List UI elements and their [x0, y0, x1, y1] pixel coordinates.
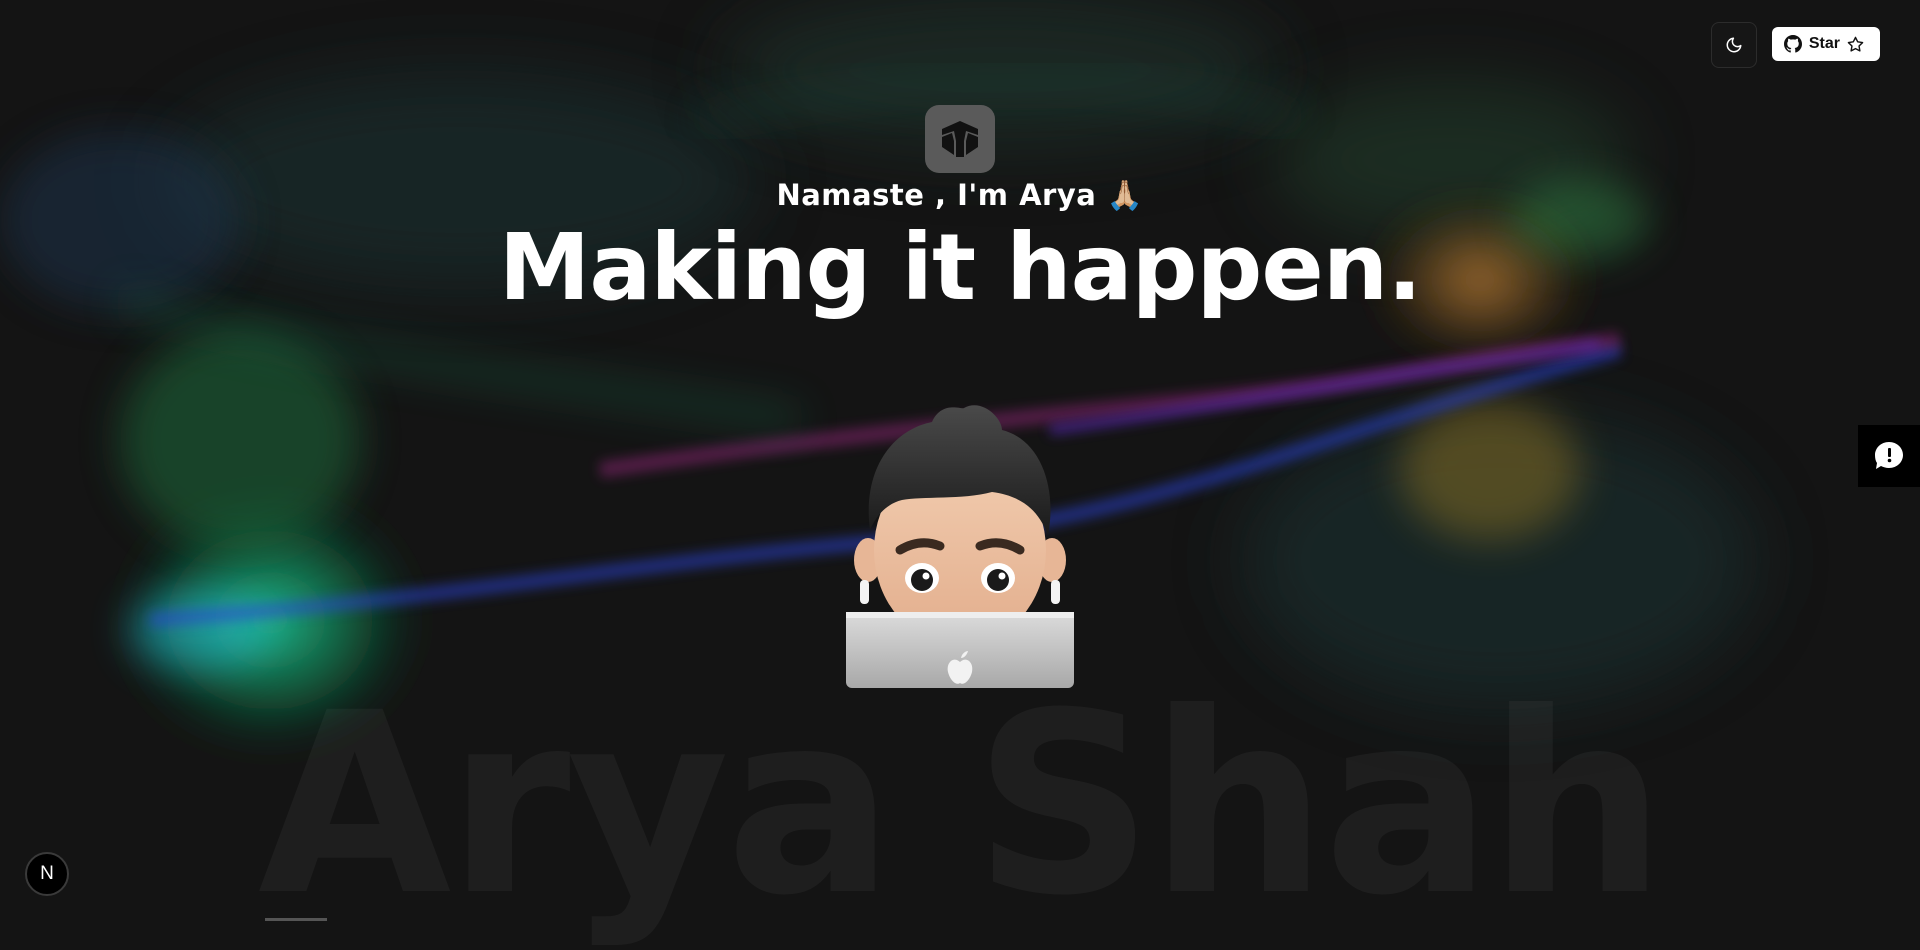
shield-y-logo-icon [942, 121, 978, 157]
moon-icon [1726, 37, 1742, 53]
nextjs-dev-badge[interactable]: N [25, 852, 69, 896]
chat-bubble-icon [1875, 442, 1903, 469]
star-label: Star [1808, 35, 1840, 52]
name-watermark: Arya Shah [0, 680, 1920, 930]
greeting-text: Namaste , I'm Arya 🙏🏼 [776, 178, 1144, 212]
star-outline-icon [1847, 36, 1864, 52]
github-icon [1783, 35, 1802, 53]
hero-headline: Making it happen. [498, 214, 1422, 321]
github-star-button[interactable]: Star [1771, 27, 1880, 61]
top-controls: Star [1710, 22, 1880, 68]
feedback-button[interactable] [1858, 425, 1920, 487]
theme-toggle-button[interactable] [1710, 22, 1757, 68]
site-logo[interactable] [925, 105, 995, 173]
memoji-laptop-avatar [846, 405, 1074, 688]
